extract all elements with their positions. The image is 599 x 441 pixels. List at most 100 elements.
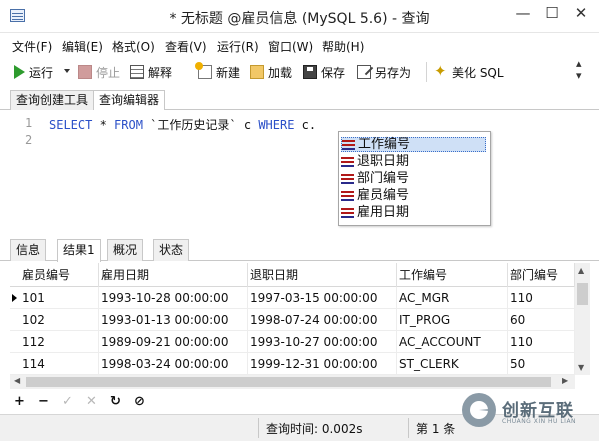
cell[interactable]: 101 [20,287,99,309]
cell[interactable]: 1999-12-31 00:00:00 [248,353,397,375]
tab-query-editor[interactable]: 查询编辑器 [93,90,166,111]
maximize-button[interactable]: ☐ [539,2,565,24]
autocomplete-item[interactable]: 部门编号 [341,171,486,186]
cell[interactable]: 114 [20,353,99,375]
cell[interactable]: 1998-07-24 00:00:00 [248,309,397,331]
vertical-scrollbar[interactable]: ▲ ▼ [575,263,590,375]
load-label: 加载 [268,65,293,80]
cell[interactable]: 1997-03-15 00:00:00 [248,287,397,309]
toolbar: 运行 停止 解释 新建 加载 保存 另存为 美化 SQL [0,56,599,87]
cell[interactable]: 1993-01-13 00:00:00 [99,309,248,331]
close-button[interactable]: ✕ [568,2,594,24]
table-row[interactable]: 112 1989-09-21 00:00:00 1993-10-27 00:00… [10,331,575,353]
grid-header: 雇员编号 雇用日期 退职日期 工作编号 部门编号 [10,263,575,287]
autocomplete-item[interactable]: 退职日期 [341,154,486,169]
tab-result1[interactable]: 结果1 [57,239,101,262]
column-header[interactable]: 工作编号 [397,263,508,287]
column-icon [341,173,354,184]
autocomplete-popup: 工作编号 退职日期 部门编号 雇员编号 雇用日期 [338,131,491,226]
menu-format[interactable]: 格式(O) [112,38,155,55]
keyword-where: WHERE [258,118,295,132]
column-header[interactable]: 部门编号 [508,263,575,287]
cell[interactable]: 60 [508,309,575,331]
save-label: 保存 [321,65,346,80]
autocomplete-item[interactable]: 雇用日期 [341,205,486,220]
play-icon [14,65,25,79]
refresh-icon[interactable]: ↻ [110,394,121,409]
column-header[interactable]: 雇用日期 [99,263,248,287]
scroll-right-arrow-icon[interactable]: ▶ [562,376,568,385]
table-row[interactable]: 102 1993-01-13 00:00:00 1998-07-24 00:00… [10,309,575,331]
apply-changes-icon[interactable]: ✓ [62,394,73,409]
cell[interactable]: 112 [20,331,99,353]
cell[interactable]: 50 [508,353,575,375]
column-icon [341,156,354,167]
cell[interactable]: 1998-03-24 00:00:00 [99,353,248,375]
column-header[interactable]: 退职日期 [248,263,397,287]
menu-view[interactable]: 查看(V) [165,38,207,55]
toolbar-overflow-chevron-icon[interactable]: ▴ ▾ [576,58,582,82]
editor-tab-strip: 查询创建工具 查询编辑器 [0,87,599,111]
scroll-left-arrow-icon[interactable]: ◀ [14,376,20,385]
column-header[interactable]: 雇员编号 [20,263,99,287]
stop-button[interactable]: 停止 [78,62,120,82]
menu-edit[interactable]: 编辑(E) [62,38,103,55]
save-button[interactable]: 保存 [303,62,345,82]
folder-icon [250,65,264,79]
explain-button[interactable]: 解释 [130,62,172,82]
menu-window[interactable]: 窗口(W) [268,38,313,55]
tab-status[interactable]: 状态 [153,239,190,261]
autocomplete-item-label: 工作编号 [358,137,411,152]
minimize-button[interactable]: — [510,2,536,24]
table-name: `工作历史记录` c [142,118,259,132]
menu-file[interactable]: 文件(F) [12,38,52,55]
cell[interactable]: 110 [508,331,575,353]
new-query-icon [195,62,212,79]
tab-info[interactable]: 信息 [10,239,47,261]
scroll-thumb[interactable] [26,377,551,387]
save-disk-icon [303,65,317,79]
discard-changes-icon[interactable]: ✕ [86,394,97,409]
cell[interactable]: AC_ACCOUNT [397,331,508,353]
cell[interactable]: 1989-09-21 00:00:00 [99,331,248,353]
autocomplete-item[interactable]: 雇员编号 [341,188,486,203]
scroll-up-arrow-icon[interactable]: ▲ [578,266,584,275]
add-record-icon[interactable]: + [14,394,25,409]
autocomplete-item-label: 雇用日期 [357,205,410,220]
keyword-from: FROM [114,118,143,132]
query-time-text: 查询时间: 0.002s [266,422,363,436]
cell[interactable]: ST_CLERK [397,353,508,375]
tab-profile[interactable]: 概况 [107,239,144,261]
save-as-button[interactable]: 另存为 [357,62,411,82]
beautify-sql-button[interactable]: 美化 SQL [434,62,504,82]
table-row[interactable]: 114 1998-03-24 00:00:00 1999-12-31 00:00… [10,353,575,375]
horizontal-scrollbar[interactable]: ◀ ▶ [10,375,575,389]
column-icon [341,207,354,218]
cell[interactable]: 110 [508,287,575,309]
delete-record-icon[interactable]: − [38,394,49,409]
sql-editor[interactable]: 1 2 SELECT * FROM `工作历史记录` c WHERE c. [0,110,599,236]
menu-run[interactable]: 运行(R) [217,38,259,55]
title-bar: * 无标题 @雇员信息 (MySQL 5.6) - 查询 — ☐ ✕ [0,0,599,33]
run-dropdown-arrow-icon[interactable] [64,69,70,73]
save-as-icon [357,65,371,79]
stop-query-icon[interactable]: ⊘ [134,394,145,409]
scroll-thumb[interactable] [577,283,588,305]
load-button[interactable]: 加载 [250,62,292,82]
result-grid: 雇员编号 雇用日期 退职日期 工作编号 部门编号 101 1993-10-28 … [10,263,575,375]
cell[interactable]: 102 [20,309,99,331]
cell[interactable]: IT_PROG [397,309,508,331]
watermark-logo-icon [462,393,496,427]
cell[interactable]: 1993-10-27 00:00:00 [248,331,397,353]
cell[interactable]: AC_MGR [397,287,508,309]
beautify-label: 美化 SQL [452,65,504,80]
status-divider [258,418,259,438]
tab-query-builder[interactable]: 查询创建工具 [10,90,95,110]
scroll-down-arrow-icon[interactable]: ▼ [578,363,584,372]
autocomplete-item[interactable]: 工作编号 [341,137,486,152]
table-row[interactable]: 101 1993-10-28 00:00:00 1997-03-15 00:00… [10,287,575,309]
menu-help[interactable]: 帮助(H) [322,38,364,55]
new-button[interactable]: 新建 [195,62,240,82]
run-button[interactable]: 运行 [14,62,53,82]
cell[interactable]: 1993-10-28 00:00:00 [99,287,248,309]
